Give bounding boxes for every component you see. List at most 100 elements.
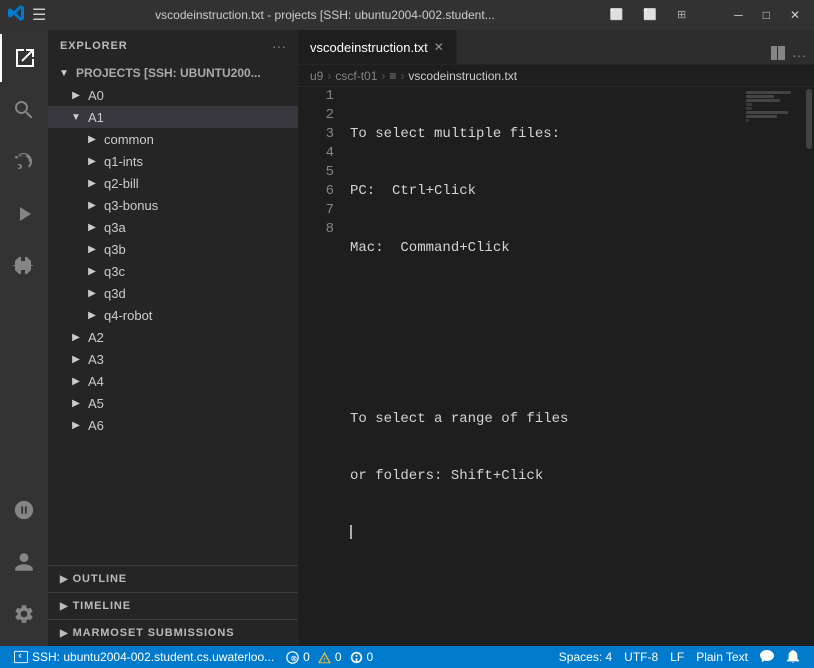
q3a-arrow: ▶ <box>84 219 100 235</box>
A0-label: A0 <box>84 88 104 103</box>
activity-extensions[interactable] <box>0 242 48 290</box>
tree-item-A4[interactable]: ▶ A4 <box>48 370 298 392</box>
split-editor-icon[interactable] <box>770 45 786 64</box>
layout-icon-3[interactable]: ⊞ <box>671 6 692 24</box>
q3c-arrow: ▶ <box>84 263 100 279</box>
tree-item-q4-robot[interactable]: ▶ q4-robot <box>48 304 298 326</box>
status-notifications[interactable] <box>780 650 806 664</box>
tree-item-common[interactable]: ▶ common <box>48 128 298 150</box>
tree-item-q3-bonus[interactable]: ▶ q3-bonus <box>48 194 298 216</box>
activity-remote[interactable] <box>0 486 48 534</box>
layout-icon-2[interactable]: ⬜ <box>637 6 663 24</box>
maximize-button[interactable]: □ <box>757 6 776 24</box>
status-right: Spaces: 4 UTF-8 LF Plain Text <box>553 650 806 664</box>
activity-account[interactable] <box>0 538 48 586</box>
tree-item-q3c[interactable]: ▶ q3c <box>48 260 298 282</box>
line-3: Mac: Command+Click <box>350 239 744 258</box>
activity-run-debug[interactable] <box>0 190 48 238</box>
timeline-header[interactable]: ▶ TIMELINE <box>48 593 298 619</box>
q3c-label: q3c <box>100 264 125 279</box>
vscode-logo <box>8 5 24 26</box>
marmoset-label: MARMOSET SUBMISSIONS <box>73 627 235 639</box>
minimap <box>744 87 804 646</box>
tree-root[interactable]: ▼ PROJECTS [SSH: UBUNTU200... <box>48 62 298 84</box>
activity-search[interactable] <box>0 86 48 134</box>
line-2: PC: Ctrl+Click <box>350 182 744 201</box>
layout-icon-1[interactable]: ⬜ <box>604 6 630 24</box>
activity-settings[interactable] <box>0 590 48 638</box>
common-arrow: ▶ <box>84 131 100 147</box>
tree-item-A2[interactable]: ▶ A2 <box>48 326 298 348</box>
status-warning-count: 0 <box>335 650 342 664</box>
breadcrumb-list-icon: ≡ <box>389 69 396 83</box>
close-button[interactable]: ✕ <box>784 6 806 24</box>
status-ssh[interactable]: SSH: ubuntu2004-002.student.cs.uwaterloo… <box>8 646 280 668</box>
status-error-count: 0 <box>303 650 310 664</box>
breadcrumb-file[interactable]: vscodeinstruction.txt <box>408 69 517 83</box>
menu-icon[interactable]: ☰ <box>32 5 46 25</box>
tree-item-q3a[interactable]: ▶ q3a <box>48 216 298 238</box>
status-ssh-label: SSH: ubuntu2004-002.student.cs.uwaterloo… <box>32 650 274 664</box>
breadcrumb-cscf[interactable]: cscf-t01 <box>335 69 377 83</box>
status-spaces[interactable]: Spaces: 4 <box>553 650 618 664</box>
q2-bill-label: q2-bill <box>100 176 139 191</box>
minimize-button[interactable]: ─ <box>728 6 749 24</box>
window-controls: ⬜ ⬜ ⊞ ─ □ ✕ <box>604 6 806 24</box>
status-language-label: Plain Text <box>696 650 748 664</box>
breadcrumb: u9 › cscf-t01 › ≡ › vscodeinstruction.tx… <box>298 65 814 87</box>
scrollbar-thumb[interactable] <box>806 89 812 149</box>
tree-item-A3[interactable]: ▶ A3 <box>48 348 298 370</box>
marmoset-header[interactable]: ▶ MARMOSET SUBMISSIONS <box>48 620 298 646</box>
tree-item-q3d[interactable]: ▶ q3d <box>48 282 298 304</box>
status-errors[interactable]: ⊗ 0 0 0 <box>280 646 379 668</box>
tree-item-q3b[interactable]: ▶ q3b <box>48 238 298 260</box>
main-layout: EXPLORER ··· ▼ PROJECTS [SSH: UBUNTU200.… <box>0 30 814 646</box>
A5-arrow: ▶ <box>68 395 84 411</box>
more-actions-icon[interactable]: ··· <box>792 47 806 63</box>
line-7: or folders: Shift+Click <box>350 467 744 486</box>
tree-item-A1[interactable]: ▼ A1 <box>48 106 298 128</box>
activity-explorer[interactable] <box>0 34 48 82</box>
activity-source-control[interactable] <box>0 138 48 186</box>
status-encoding[interactable]: UTF-8 <box>618 650 664 664</box>
editor-content: 1 2 3 4 5 6 7 8 To select multiple files… <box>298 87 814 646</box>
q3-bonus-arrow: ▶ <box>84 197 100 213</box>
common-label: common <box>100 132 154 147</box>
tree-item-A6[interactable]: ▶ A6 <box>48 414 298 436</box>
q3d-arrow: ▶ <box>84 285 100 301</box>
outline-arrow: ▶ <box>60 574 69 585</box>
tab-vscodeinstruction[interactable]: vscodeinstruction.txt ✕ <box>298 30 457 64</box>
status-spaces-label: Spaces: 4 <box>559 650 612 664</box>
sidebar-header: EXPLORER ··· <box>48 30 298 62</box>
status-feedback[interactable] <box>754 650 780 664</box>
tree-item-A0[interactable]: ▶ A0 <box>48 84 298 106</box>
breadcrumb-u9[interactable]: u9 <box>310 69 323 83</box>
editor-lines[interactable]: To select multiple files: PC: Ctrl+Click… <box>346 87 744 646</box>
A6-label: A6 <box>84 418 104 433</box>
A2-arrow: ▶ <box>68 329 84 345</box>
root-arrow: ▼ <box>56 65 72 81</box>
status-language[interactable]: Plain Text <box>690 650 754 664</box>
breadcrumb-sep-2: › <box>381 69 385 83</box>
tree-item-A5[interactable]: ▶ A5 <box>48 392 298 414</box>
line-5 <box>350 353 744 372</box>
sidebar-more-actions[interactable]: ··· <box>272 38 286 54</box>
status-bar: SSH: ubuntu2004-002.student.cs.uwaterloo… <box>0 646 814 668</box>
scrollbar[interactable] <box>804 87 814 646</box>
outline-section: ▶ OUTLINE <box>48 565 298 592</box>
sidebar: EXPLORER ··· ▼ PROJECTS [SSH: UBUNTU200.… <box>48 30 298 646</box>
status-eol[interactable]: LF <box>664 650 690 664</box>
timeline-section: ▶ TIMELINE <box>48 592 298 619</box>
tab-close-icon[interactable]: ✕ <box>434 40 444 54</box>
tree-item-q2-bill[interactable]: ▶ q2-bill <box>48 172 298 194</box>
q3a-label: q3a <box>100 220 126 235</box>
q4-robot-label: q4-robot <box>100 308 152 323</box>
marmoset-section: ▶ MARMOSET SUBMISSIONS <box>48 619 298 646</box>
line-6: To select a range of files <box>350 410 744 429</box>
activity-bar <box>0 30 48 646</box>
status-info-count: 0 <box>367 650 374 664</box>
sidebar-title: EXPLORER <box>60 40 128 52</box>
tree-item-q1-ints[interactable]: ▶ q1-ints <box>48 150 298 172</box>
window-title: vscodeinstruction.txt - projects [SSH: u… <box>54 8 595 22</box>
outline-header[interactable]: ▶ OUTLINE <box>48 566 298 592</box>
